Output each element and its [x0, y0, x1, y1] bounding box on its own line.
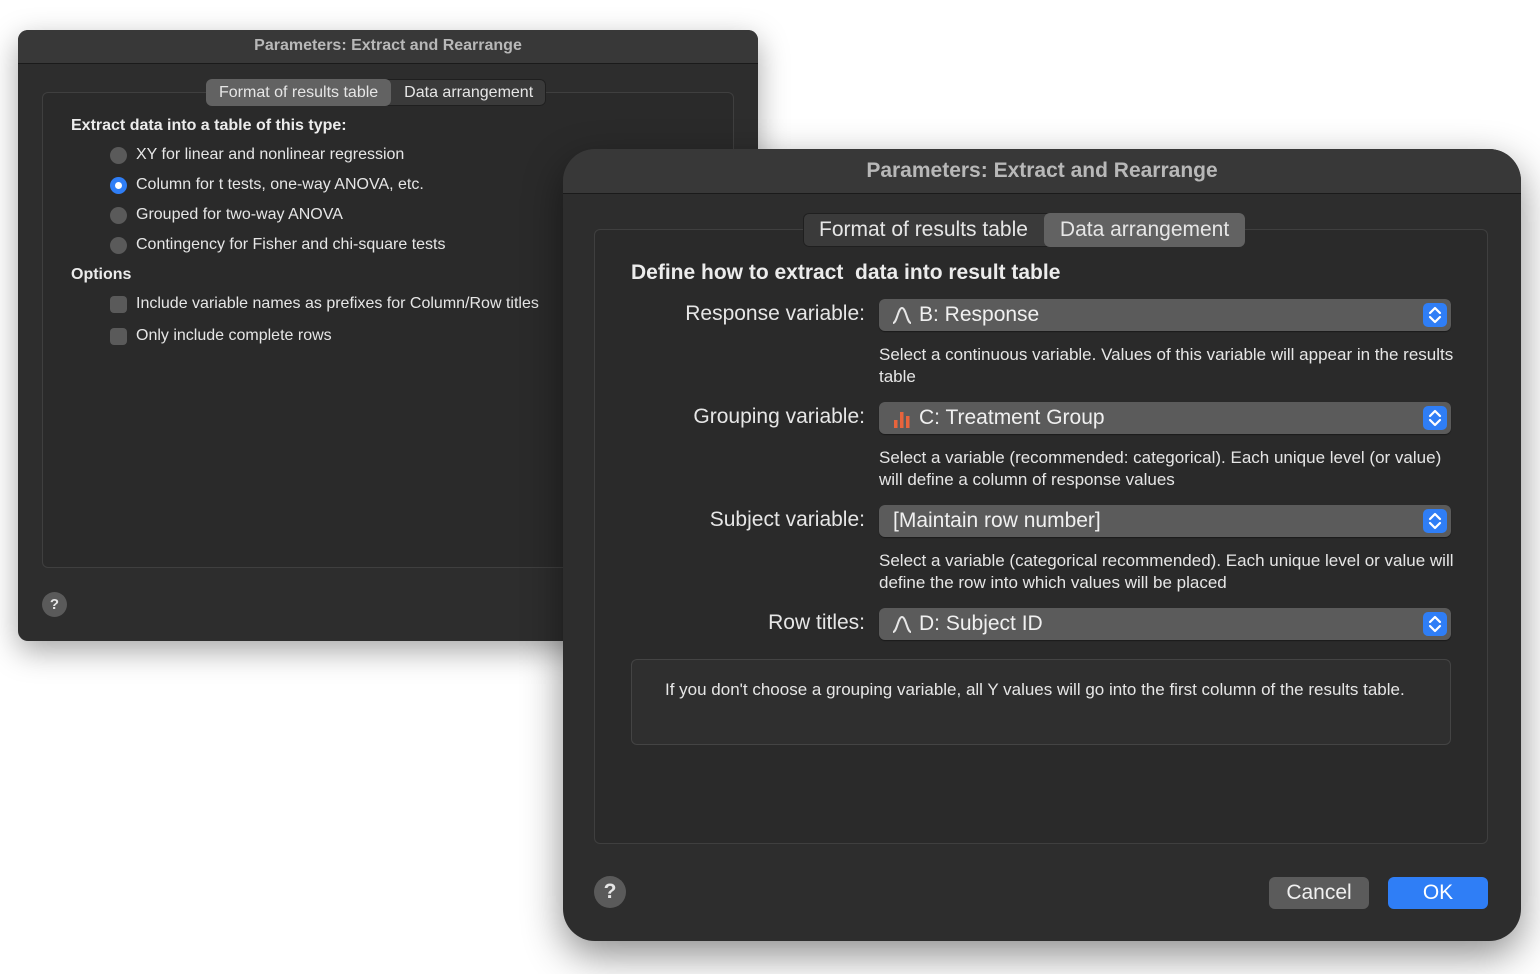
- checkbox[interactable]: [110, 327, 127, 345]
- row-titles-label: Row titles:: [768, 611, 865, 634]
- response-variable-popup[interactable]: B: Response: [879, 299, 1451, 331]
- front-help-button[interactable]: ?: [594, 876, 626, 908]
- radio-button-selected[interactable]: [110, 176, 127, 194]
- radio-button[interactable]: [110, 236, 127, 254]
- back-tab-bar: Format of results table Data arrangement: [206, 79, 547, 106]
- back-window-title: Parameters: Extract and Rearrange: [18, 30, 758, 64]
- grouping-note: If you don't choose a grouping variable,…: [631, 659, 1451, 745]
- popup-stepper-icon: [1423, 612, 1447, 636]
- subject-variable-value: [Maintain row number]: [893, 509, 1101, 532]
- checkbox-label: Include variable names as prefixes for C…: [136, 295, 539, 312]
- options-heading: Options: [71, 266, 132, 283]
- continuous-variable-icon: [892, 615, 912, 633]
- grouping-variable-value: C: Treatment Group: [919, 406, 1105, 429]
- radio-contingency[interactable]: Contingency for Fisher and chi-square te…: [110, 236, 445, 254]
- grouping-variable-label: Grouping variable:: [693, 405, 865, 428]
- front-tab-bar: Format of results table Data arrangement: [803, 213, 1246, 247]
- radio-column-ttests[interactable]: Column for t tests, one-way ANOVA, etc.: [110, 176, 424, 194]
- checkbox-label: Only include complete rows: [136, 327, 332, 344]
- radio-label: Contingency for Fisher and chi-square te…: [136, 236, 446, 253]
- front-window-title: Parameters: Extract and Rearrange: [563, 149, 1521, 194]
- response-variable-label: Response variable:: [685, 302, 865, 325]
- radio-label: Grouped for two-way ANOVA: [136, 206, 343, 223]
- tab-format-of-results-table[interactable]: Format of results table: [803, 213, 1044, 247]
- radio-grouped-anova[interactable]: Grouped for two-way ANOVA: [110, 206, 343, 224]
- grouping-variable-popup[interactable]: C: Treatment Group: [879, 402, 1451, 434]
- radio-label: Column for t tests, one-way ANOVA, etc.: [136, 176, 424, 193]
- categorical-variable-icon: [894, 412, 910, 428]
- popup-stepper-icon: [1423, 509, 1447, 533]
- radio-xy-regression[interactable]: XY for linear and nonlinear regression: [110, 146, 404, 164]
- grouping-variable-hint: Select a variable (recommended: categori…: [879, 448, 1442, 489]
- checkbox[interactable]: [110, 295, 127, 313]
- ok-button[interactable]: OK: [1388, 877, 1488, 909]
- arrangement-heading: Define how to extract data into result t…: [631, 261, 1061, 284]
- radio-button[interactable]: [110, 146, 127, 164]
- response-variable-hint: Select a continuous variable. Values of …: [879, 345, 1454, 386]
- table-type-heading: Extract data into a table of this type:: [71, 117, 347, 134]
- popup-stepper-icon: [1423, 303, 1447, 327]
- back-help-button[interactable]: ?: [42, 592, 67, 617]
- back-tab-data-arrangement[interactable]: Data arrangement: [391, 79, 546, 106]
- tab-data-arrangement[interactable]: Data arrangement: [1043, 213, 1246, 247]
- subject-variable-popup[interactable]: [Maintain row number]: [879, 505, 1451, 537]
- radio-button[interactable]: [110, 206, 127, 224]
- checkbox-variable-name-prefixes[interactable]: Include variable names as prefixes for C…: [110, 295, 539, 313]
- row-titles-popup[interactable]: D: Subject ID: [879, 608, 1451, 640]
- radio-label: XY for linear and nonlinear regression: [136, 146, 405, 163]
- cancel-button[interactable]: Cancel: [1269, 877, 1369, 909]
- subject-variable-label: Subject variable:: [709, 508, 865, 531]
- front-dialog-window: Parameters: Extract and Rearrange Format…: [563, 149, 1521, 941]
- continuous-variable-icon: [892, 306, 912, 324]
- row-titles-value: D: Subject ID: [919, 612, 1043, 635]
- back-tab-format-of-results-table[interactable]: Format of results table: [206, 79, 392, 106]
- response-variable-value: B: Response: [919, 303, 1040, 326]
- popup-stepper-icon: [1423, 406, 1447, 430]
- checkbox-complete-rows[interactable]: Only include complete rows: [110, 327, 332, 345]
- subject-variable-hint: Select a variable (categorical recommend…: [879, 551, 1454, 592]
